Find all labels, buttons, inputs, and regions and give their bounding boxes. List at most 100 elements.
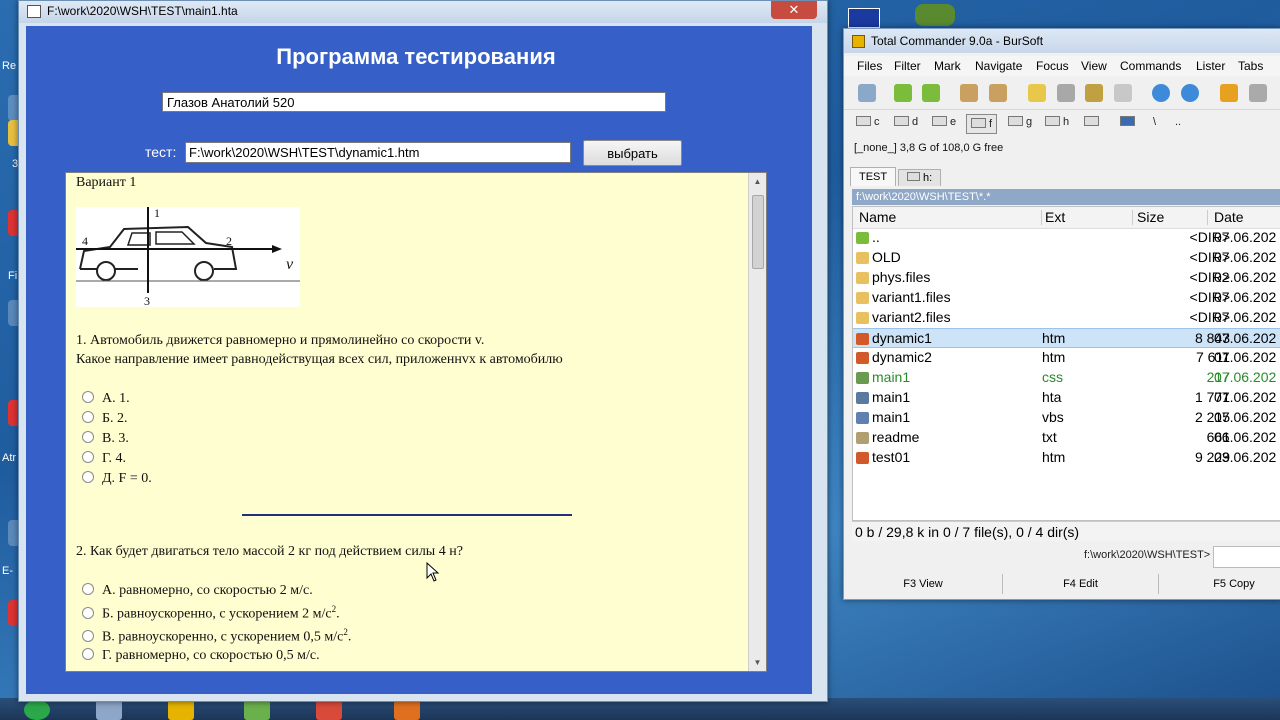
menu-files[interactable]: Files [857, 59, 882, 73]
drive-f[interactable]: f [966, 114, 998, 134]
column-date[interactable]: Date [1214, 209, 1244, 225]
start-button[interactable] [24, 700, 50, 720]
file-name: main1 [872, 369, 911, 385]
tab-test[interactable]: TEST [850, 167, 897, 186]
file-row[interactable]: variant2.files <DIR> 07.06.202 [853, 308, 1280, 328]
select-button[interactable]: выбрать [583, 140, 682, 166]
file-list-panel[interactable]: Name Ext Size Date .. <DIR> 07.06.202 OLD <D… [852, 206, 1280, 521]
option-label: Б. равноускоренно, с ускорением 2 м/с [102, 606, 332, 622]
desktop-app-icon[interactable] [848, 8, 880, 28]
q1-option-d[interactable]: Г. 4. [82, 451, 126, 467]
radio-button[interactable] [82, 629, 94, 642]
parent-dir-button[interactable]: .. [1175, 116, 1181, 128]
root-dir-button[interactable] [1120, 116, 1138, 128]
taskbar-app-icon[interactable] [96, 700, 122, 720]
file-row[interactable]: dynamic2 htm 7 611 07.06.202 [853, 348, 1280, 368]
file-row[interactable]: .. <DIR> 07.06.202 [853, 228, 1280, 248]
f4-edit-button[interactable]: F4 Edit [1003, 574, 1159, 594]
file-row[interactable]: main1 vbs 2 215 07.06.202 [853, 408, 1280, 428]
drive-e[interactable]: e [932, 116, 956, 128]
file-row[interactable]: readme txt 661 06.06.202 [853, 428, 1280, 448]
search-icon[interactable] [1249, 84, 1267, 102]
q2-option-c[interactable]: В. равноускоренно, с ускорением 0,5 м/с2… [82, 627, 351, 646]
f3-view-button[interactable]: F3 View [844, 574, 1003, 594]
f5-copy-button[interactable]: F5 Copy [1159, 574, 1280, 594]
radio-button[interactable] [82, 451, 94, 463]
pack-icon[interactable] [960, 84, 978, 102]
file-row[interactable]: dynamic1 htm 8 843 07.06.202 [853, 328, 1280, 348]
close-button[interactable]: ✕ [771, 1, 817, 19]
find-icon[interactable] [1057, 84, 1075, 102]
q1-option-c[interactable]: В. 3. [82, 431, 129, 447]
menu-view[interactable]: View [1081, 59, 1107, 73]
tab-h[interactable]: h: [898, 169, 942, 186]
scrollbar-thumb[interactable] [752, 195, 764, 269]
command-line-input[interactable] [1213, 546, 1280, 568]
warning-icon[interactable] [1220, 84, 1238, 102]
root-button[interactable]: \ [1153, 116, 1156, 128]
taskbar-app-icon[interactable] [244, 700, 270, 720]
forward-arrow-icon[interactable] [922, 84, 940, 102]
network-drive-icon[interactable] [1084, 116, 1102, 128]
vertical-scrollbar[interactable]: ▲ ▼ [748, 173, 766, 671]
radio-button[interactable] [82, 648, 94, 660]
tc-titlebar[interactable]: Total Commander 9.0a - BurSoft [844, 29, 1280, 53]
browser-icon[interactable] [1152, 84, 1170, 102]
file-row[interactable]: test01 htm 9 229 03.06.202 [853, 448, 1280, 468]
multi-rename-icon[interactable] [1085, 84, 1103, 102]
mouse-cursor-icon [426, 562, 440, 582]
radio-button[interactable] [82, 583, 94, 595]
radio-button[interactable] [82, 391, 94, 403]
menu-commands[interactable]: Commands [1120, 59, 1181, 73]
taskbar-app-icon[interactable] [316, 700, 342, 720]
taskbar-app-icon[interactable] [168, 700, 194, 720]
file-row[interactable]: OLD <DIR> 07.06.202 [853, 248, 1280, 268]
hta-titlebar[interactable]: F:\work\2020\WSH\TEST\main1.hta ✕ [19, 1, 827, 23]
q2-option-d[interactable]: Г. равномерно, со скоростью 0,5 м/с. [82, 648, 320, 664]
file-row[interactable]: main1 css 217 07.06.202 [853, 368, 1280, 388]
radio-button[interactable] [82, 471, 94, 483]
desktop-app-icon[interactable] [915, 4, 955, 26]
back-arrow-icon[interactable] [894, 84, 912, 102]
radio-button[interactable] [82, 606, 94, 619]
file-row[interactable]: main1 hta 1 771 07.06.202 [853, 388, 1280, 408]
scroll-up-icon[interactable]: ▲ [749, 173, 766, 190]
drive-c[interactable]: c [856, 116, 880, 128]
column-separator[interactable] [1207, 210, 1208, 225]
ftp-icon[interactable] [1181, 84, 1199, 102]
radio-button[interactable] [82, 431, 94, 443]
q2-option-b[interactable]: Б. равноускоренно, с ускорением 2 м/с2. [82, 604, 340, 623]
drive-g[interactable]: g [1008, 116, 1032, 128]
column-separator[interactable] [1132, 210, 1133, 225]
test-path-input[interactable] [185, 142, 571, 163]
refresh-icon[interactable] [858, 84, 876, 102]
file-row[interactable]: variant1.files <DIR> 07.06.202 [853, 288, 1280, 308]
radio-button[interactable] [82, 411, 94, 423]
file-row[interactable]: phys.files <DIR> 02.06.202 [853, 268, 1280, 288]
column-ext[interactable]: Ext [1045, 209, 1065, 225]
file-name: .. [872, 229, 880, 245]
menu-filter[interactable]: Filter [894, 59, 921, 73]
q1-option-b[interactable]: Б. 2. [82, 411, 128, 427]
file-date: 07.06.202 [1214, 249, 1277, 265]
menu-navigate[interactable]: Navigate [975, 59, 1022, 73]
q1-option-e[interactable]: Д. F = 0. [82, 471, 152, 487]
column-name[interactable]: Name [859, 209, 896, 225]
menu-mark[interactable]: Mark [934, 59, 961, 73]
menu-focus[interactable]: Focus [1036, 59, 1069, 73]
menu-lister[interactable]: Lister [1196, 59, 1225, 73]
column-size[interactable]: Size [1137, 209, 1164, 225]
scroll-down-icon[interactable]: ▼ [749, 654, 766, 671]
q2-option-a[interactable]: А. равномерно, со скоростью 2 м/с. [82, 583, 313, 599]
student-name-input[interactable] [162, 92, 666, 112]
unpack-icon[interactable] [989, 84, 1007, 102]
favorites-star-icon[interactable] [1028, 84, 1046, 102]
clipboard-icon[interactable] [1114, 84, 1132, 102]
taskbar-app-icon[interactable] [394, 700, 420, 720]
drive-d[interactable]: d [894, 116, 918, 128]
menu-tabs[interactable]: Tabs [1238, 59, 1263, 73]
q1-option-a[interactable]: А. 1. [82, 391, 130, 407]
column-separator[interactable] [1041, 210, 1042, 225]
current-path-bar[interactable]: f:\work\2020\WSH\TEST\*.* [852, 189, 1280, 205]
drive-h[interactable]: h [1045, 116, 1069, 128]
